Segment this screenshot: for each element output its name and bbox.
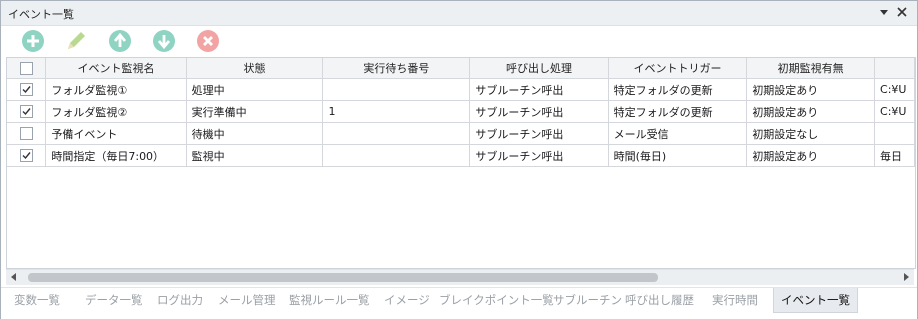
scroll-right-icon[interactable]: [901, 272, 911, 282]
row-checkbox-cell[interactable]: [7, 100, 47, 123]
tab-10[interactable]: イベント一覧: [773, 288, 858, 313]
scrollbar-thumb[interactable]: [28, 273, 658, 282]
table-row[interactable]: 予備イベント 待機中 サブルーチン呼出 メール受信 初期設定なし: [7, 122, 915, 145]
cell-trigger[interactable]: 時間(毎日): [608, 144, 748, 167]
cell-queue[interactable]: 1: [322, 100, 471, 123]
tab-6[interactable]: ブレイクポイント一覧: [432, 288, 561, 312]
cell-initial[interactable]: 初期設定なし: [746, 122, 876, 145]
plus-icon: [22, 30, 44, 52]
scroll-left-icon[interactable]: [9, 272, 19, 282]
panel-titlebar: イベント一覧: [1, 1, 917, 26]
edit-event-button[interactable]: [64, 29, 88, 53]
column-header[interactable]: 呼び出し処理: [469, 58, 609, 79]
tab-7[interactable]: サブルーチン: [546, 288, 629, 312]
tab-5[interactable]: イメージ: [377, 288, 437, 312]
cell-trigger[interactable]: 特定フォルダの更新: [608, 78, 748, 101]
event-table: イベント監視名 状態 実行待ち番号 呼び出し処理 イベントトリガー 初期監視有無…: [7, 58, 915, 167]
cell-extra[interactable]: [874, 122, 915, 145]
delete-event-button[interactable]: [196, 29, 220, 53]
column-header[interactable]: 実行待ち番号: [322, 58, 471, 79]
check-icon: [22, 86, 31, 94]
tab-3[interactable]: メール管理: [211, 288, 283, 312]
row-checkbox-cell[interactable]: [7, 78, 47, 101]
cell-name[interactable]: フォルダ監視①: [45, 78, 187, 101]
panel-title: イベント一覧: [8, 8, 74, 21]
cell-extra[interactable]: 毎日: [874, 144, 915, 167]
arrow-down-icon: [153, 30, 175, 52]
row-checkbox-cell[interactable]: [7, 144, 47, 167]
cell-initial[interactable]: 初期設定あり: [746, 100, 876, 123]
row-checkbox[interactable]: [19, 149, 33, 163]
add-event-button[interactable]: [21, 29, 45, 53]
table-row[interactable]: フォルダ監視② 実行準備中 1 サブルーチン呼出 特定フォルダの更新 初期設定あり C:¥U: [7, 100, 915, 123]
tab-2[interactable]: ログ出力: [150, 288, 210, 312]
cell-queue[interactable]: [322, 144, 471, 167]
cell-status[interactable]: 監視中: [186, 144, 324, 167]
cell-trigger[interactable]: メール受信: [608, 122, 748, 145]
table-row[interactable]: フォルダ監視① 処理中 サブルーチン呼出 特定フォルダの更新 初期設定あり C:¥U: [7, 78, 915, 101]
cell-extra[interactable]: C:¥U: [874, 100, 915, 123]
table-row[interactable]: 時間指定（毎日7:00） 監視中 サブルーチン呼出 時間(毎日) 初期設定あり 毎日: [7, 144, 915, 167]
row-checkbox-cell[interactable]: [7, 122, 47, 145]
event-table-container: イベント監視名 状態 実行待ち番号 呼び出し処理 イベントトリガー 初期監視有無…: [6, 57, 916, 269]
pencil-icon: [68, 32, 85, 49]
select-all-checkbox[interactable]: [19, 61, 33, 75]
header-select-all[interactable]: [7, 58, 47, 79]
delete-icon: [197, 30, 219, 52]
column-header[interactable]: 初期監視有無: [746, 58, 876, 79]
tab-4[interactable]: 監視ルール一覧: [282, 288, 377, 312]
check-icon: [22, 108, 31, 116]
tab-1[interactable]: データ一覧: [78, 288, 150, 312]
cell-queue[interactable]: [322, 78, 471, 101]
cell-name[interactable]: 時間指定（毎日7:00）: [45, 144, 187, 167]
dropdown-menu-icon[interactable]: [876, 4, 892, 20]
row-checkbox[interactable]: [19, 105, 33, 119]
bottom-tab-bar: 変数一覧 データ一覧 ログ出力 メール管理 監視ルール一覧 イメージ ブレイクポイント一覧サ…: [1, 287, 917, 319]
tab-8[interactable]: 呼び出し履歴: [618, 288, 701, 312]
check-icon: [22, 152, 31, 160]
cell-call[interactable]: サブルーチン呼出: [469, 78, 609, 101]
cell-name[interactable]: 予備イベント: [45, 122, 187, 145]
column-header[interactable]: イベント監視名: [45, 58, 187, 79]
cell-initial[interactable]: 初期設定あり: [746, 144, 876, 167]
cell-call[interactable]: サブルーチン呼出: [469, 100, 609, 123]
column-header[interactable]: 状態: [186, 58, 324, 79]
cell-status[interactable]: 処理中: [186, 78, 324, 101]
move-down-button[interactable]: [152, 29, 176, 53]
cell-status[interactable]: 実行準備中: [186, 100, 324, 123]
close-icon[interactable]: [894, 4, 910, 20]
cell-queue[interactable]: [322, 122, 471, 145]
column-header[interactable]: イベントトリガー: [608, 58, 748, 79]
cell-call[interactable]: サブルーチン呼出: [469, 144, 609, 167]
row-checkbox[interactable]: [19, 127, 33, 141]
tab-9[interactable]: 実行時間: [705, 288, 765, 312]
tab-0[interactable]: 変数一覧: [7, 288, 67, 312]
cell-name[interactable]: フォルダ監視②: [45, 100, 187, 123]
row-checkbox[interactable]: [19, 83, 33, 97]
cell-initial[interactable]: 初期設定あり: [746, 78, 876, 101]
event-list-panel: イベント一覧 イベント監視名 状態 実行待ち番号 呼び出し処理 イベントトリガー…: [0, 0, 918, 319]
cell-call[interactable]: サブルーチン呼出: [469, 122, 609, 145]
move-up-button[interactable]: [108, 29, 132, 53]
table-header-row: イベント監視名 状態 実行待ち番号 呼び出し処理 イベントトリガー 初期監視有無: [7, 58, 915, 79]
cell-trigger[interactable]: 特定フォルダの更新: [608, 100, 748, 123]
toolbar: [1, 26, 917, 56]
arrow-up-icon: [109, 30, 131, 52]
column-header[interactable]: [874, 58, 915, 79]
cell-status[interactable]: 待機中: [186, 122, 324, 145]
horizontal-scrollbar[interactable]: [6, 269, 914, 285]
cell-extra[interactable]: C:¥U: [874, 78, 915, 101]
